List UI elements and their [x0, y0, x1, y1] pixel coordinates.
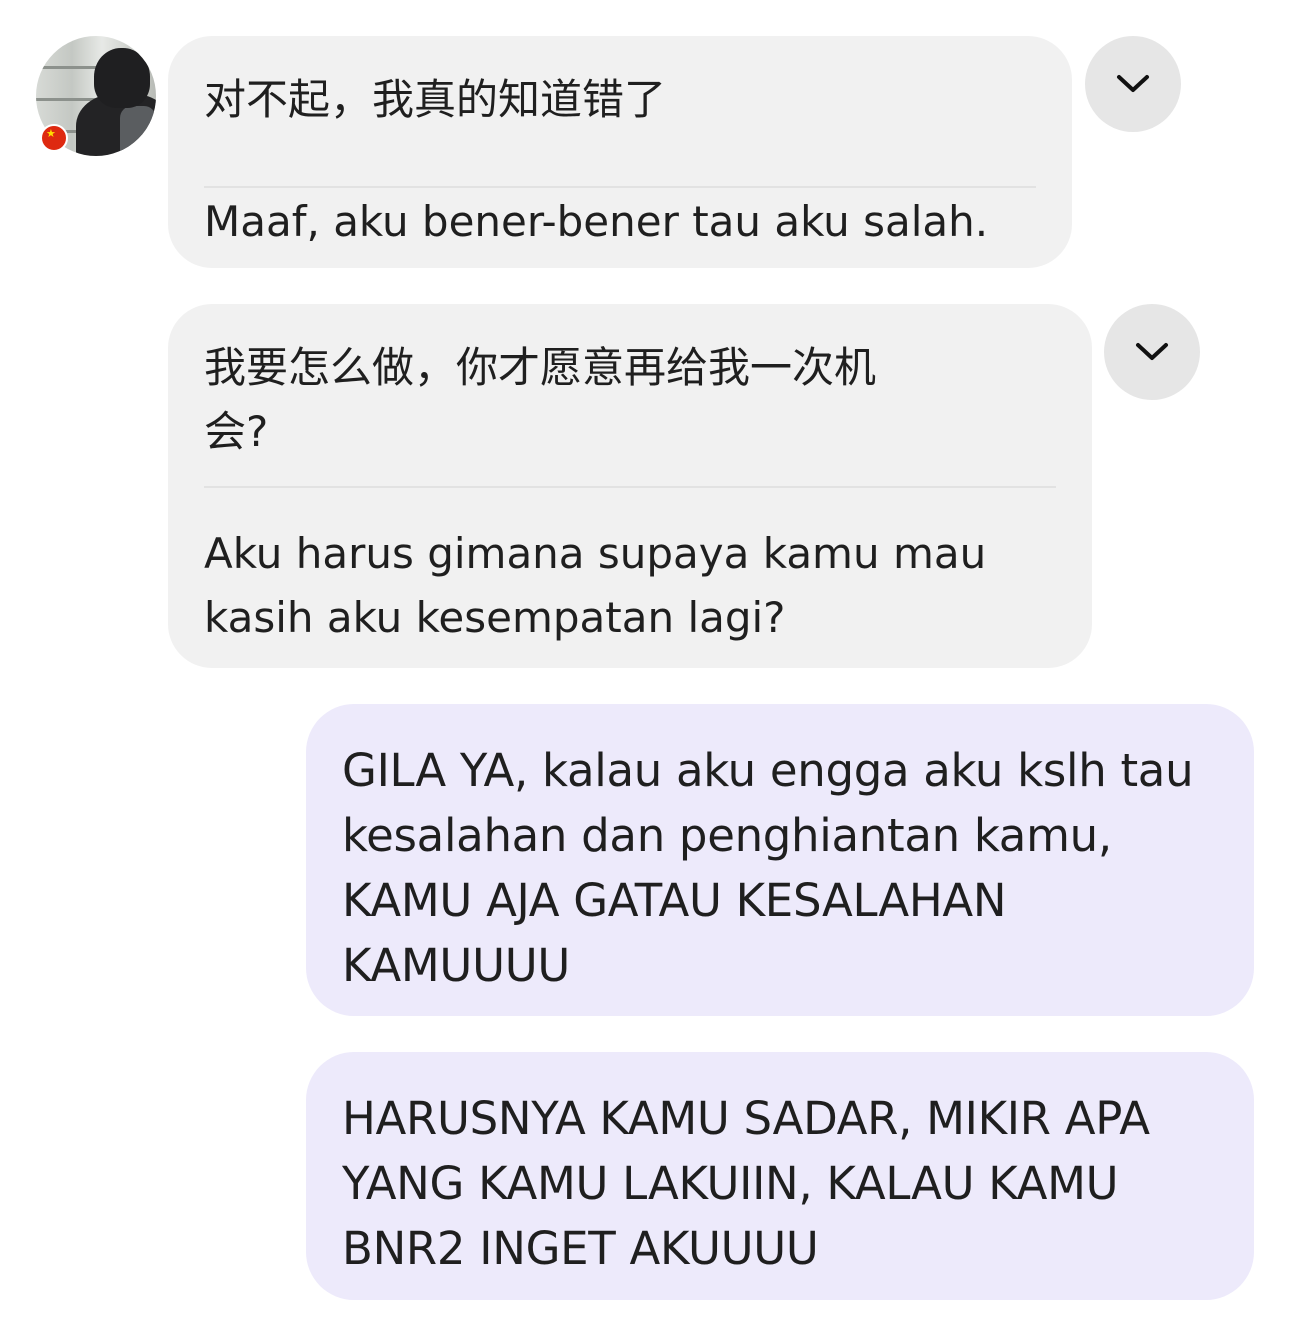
message-options-button[interactable]	[1104, 304, 1200, 400]
china-flag-icon: ★	[40, 124, 68, 152]
chevron-down-icon	[1117, 75, 1149, 92]
flag-star-icon: ★	[46, 127, 56, 140]
avatar-person-hood	[94, 48, 150, 108]
translation-divider	[204, 186, 1036, 188]
incoming-message-bubble[interactable]: 对不起，我真的知道错了 Maaf, aku bener-bener tau ak…	[168, 36, 1072, 268]
outgoing-message-bubble[interactable]: GILA YA, kalau aku engga aku kslh tau ke…	[306, 704, 1254, 1016]
original-message-text: 我要怎么做，你才愿意再给我一次机 会?	[204, 343, 877, 456]
outgoing-message-text: HARUSNYA KAMU SADAR, MIKIR APA YANG KAMU…	[342, 1092, 1150, 1275]
original-message-text: 对不起，我真的知道错了	[204, 75, 667, 124]
incoming-message-bubble[interactable]: 我要怎么做，你才愿意再给我一次机 会? Aku harus gimana sup…	[168, 304, 1092, 668]
avatar-shelf	[36, 98, 96, 101]
outgoing-message-bubble[interactable]: HARUSNYA KAMU SADAR, MIKIR APA YANG KAMU…	[306, 1052, 1254, 1300]
avatar-shelf	[36, 66, 96, 69]
translated-message-text: Aku harus gimana supaya kamu mau kasih a…	[204, 529, 987, 642]
message-options-button[interactable]	[1085, 36, 1181, 132]
avatar-backpack	[120, 106, 156, 156]
translation-divider	[204, 486, 1056, 488]
translated-message-text: Maaf, aku bener-bener tau aku salah.	[204, 197, 989, 246]
chevron-down-icon	[1136, 343, 1168, 360]
chat-thread: ★ 对不起，我真的知道错了 Maaf, aku bener-bener tau …	[0, 0, 1290, 1336]
outgoing-message-text: GILA YA, kalau aku engga aku kslh tau ke…	[342, 744, 1194, 992]
